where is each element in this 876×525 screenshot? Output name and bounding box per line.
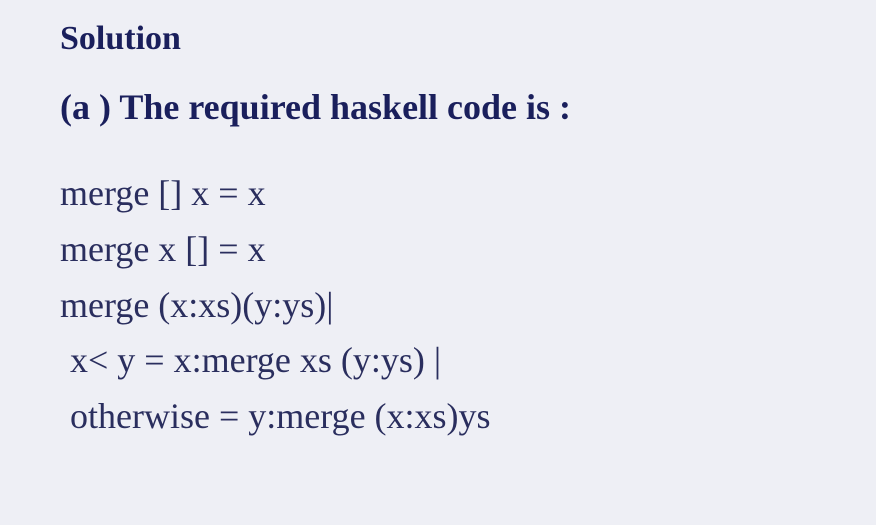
code-line-2: merge x [] = x bbox=[60, 222, 816, 278]
part-a-heading: (a ) The required haskell code is : bbox=[60, 86, 816, 128]
code-line-1: merge [] x = x bbox=[60, 166, 816, 222]
code-line-3: merge (x:xs)(y:ys)| bbox=[60, 278, 816, 334]
haskell-code-block: merge [] x = x merge x [] = x merge (x:x… bbox=[60, 166, 816, 445]
solution-heading: Solution bbox=[60, 20, 816, 58]
code-line-4: x< y = x:merge xs (y:ys) | bbox=[60, 333, 816, 389]
code-line-5: otherwise = y:merge (x:xs)ys bbox=[60, 389, 816, 445]
